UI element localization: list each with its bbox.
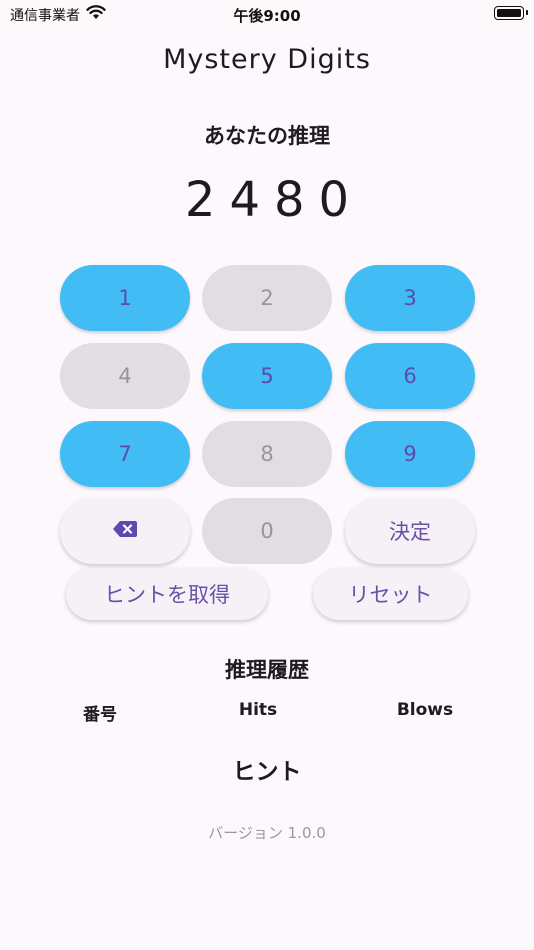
backspace-button[interactable] xyxy=(60,498,190,564)
digit-key-9[interactable]: 9 xyxy=(345,421,475,487)
hint-heading: ヒント xyxy=(232,759,302,785)
backspace-icon xyxy=(112,519,138,543)
status-time: 午後9:00 xyxy=(233,7,301,25)
app-title: Mystery Digits xyxy=(163,44,371,75)
digit-key-7[interactable]: 7 xyxy=(60,421,190,487)
get-hint-button[interactable]: ヒントを取得 xyxy=(66,568,268,620)
digit-key-2[interactable]: 2 xyxy=(202,265,332,331)
digit-key-4[interactable]: 4 xyxy=(60,343,190,409)
history-column-hits: Hits xyxy=(238,700,278,720)
digit-key-8[interactable]: 8 xyxy=(202,421,332,487)
history-heading: 推理履歴 xyxy=(225,658,309,682)
battery-icon xyxy=(494,6,528,20)
digit-key-0[interactable]: 0 xyxy=(202,498,332,564)
guess-heading: あなたの推理 xyxy=(204,124,330,148)
reset-button[interactable]: リセット xyxy=(313,568,468,620)
history-column-blows: Blows xyxy=(396,700,454,720)
submit-button[interactable]: 決定 xyxy=(345,498,475,564)
status-bar: 通信事業者 午後9:00 xyxy=(0,0,534,28)
version-label: バージョン 1.0.0 xyxy=(208,824,326,842)
digit-key-3[interactable]: 3 xyxy=(345,265,475,331)
history-column-number: 番号 xyxy=(83,705,117,725)
digit-key-5[interactable]: 5 xyxy=(202,343,332,409)
digit-key-6[interactable]: 6 xyxy=(345,343,475,409)
digit-key-1[interactable]: 1 xyxy=(60,265,190,331)
guess-display: 2480 xyxy=(184,172,364,228)
